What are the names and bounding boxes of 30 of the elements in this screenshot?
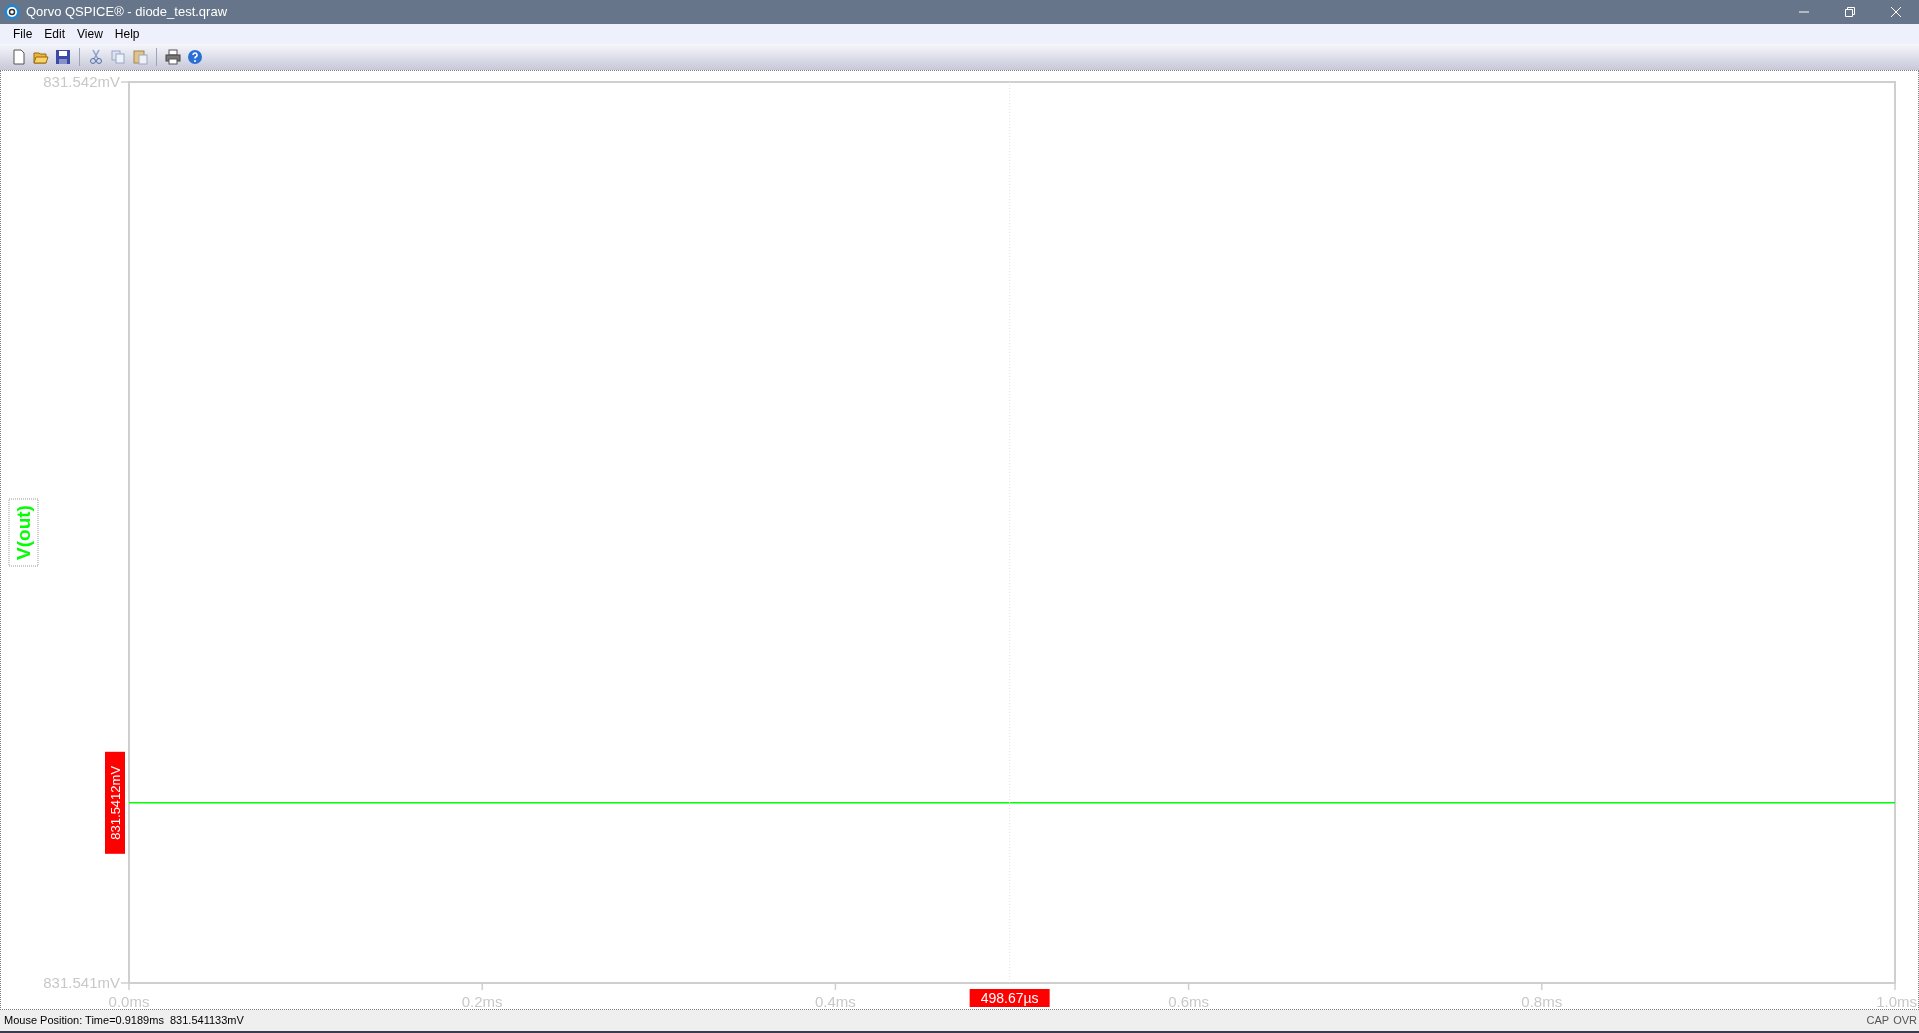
cursor-value-label: 831.5412mV (105, 751, 125, 854)
status-indicator: OVR (1893, 1013, 1917, 1029)
status-indicator: CAP (1866, 1013, 1890, 1029)
window-title: Qorvo QSPICE® - diode_test.qraw (26, 3, 228, 22)
restore-icon (1845, 7, 1855, 17)
y-tick (120, 982, 130, 984)
printer-icon[interactable] (165, 49, 181, 65)
x-tick (1187, 982, 1190, 991)
x-tick (481, 982, 483, 991)
cursor-time-label: 498.67µs (969, 989, 1050, 1007)
save-icon[interactable] (55, 49, 71, 65)
y-tick (120, 81, 130, 83)
menu-item[interactable]: Help (109, 25, 145, 43)
mouse-position-text: Mouse Position: Time=0.9189ms 831.541133mV (4, 1013, 244, 1029)
paste-icon[interactable] (132, 49, 148, 65)
ref-line-label: 498.67µs (980, 990, 1039, 1006)
menu-item[interactable]: File (8, 25, 38, 43)
scissors-icon[interactable] (88, 49, 104, 65)
close-icon (1891, 7, 1901, 17)
app-logo-icon (4, 4, 20, 20)
new-file-icon[interactable] (11, 49, 27, 65)
copy-icon[interactable] (110, 49, 126, 65)
menu-item[interactable]: Edit (39, 25, 71, 43)
x-tick (834, 982, 837, 991)
x-tick (128, 982, 130, 991)
x-tick (1541, 982, 1543, 991)
help-icon[interactable] (187, 49, 203, 65)
open-folder-icon[interactable] (33, 49, 49, 65)
x-tick (1894, 982, 1896, 991)
menu-item[interactable]: View (72, 25, 108, 43)
